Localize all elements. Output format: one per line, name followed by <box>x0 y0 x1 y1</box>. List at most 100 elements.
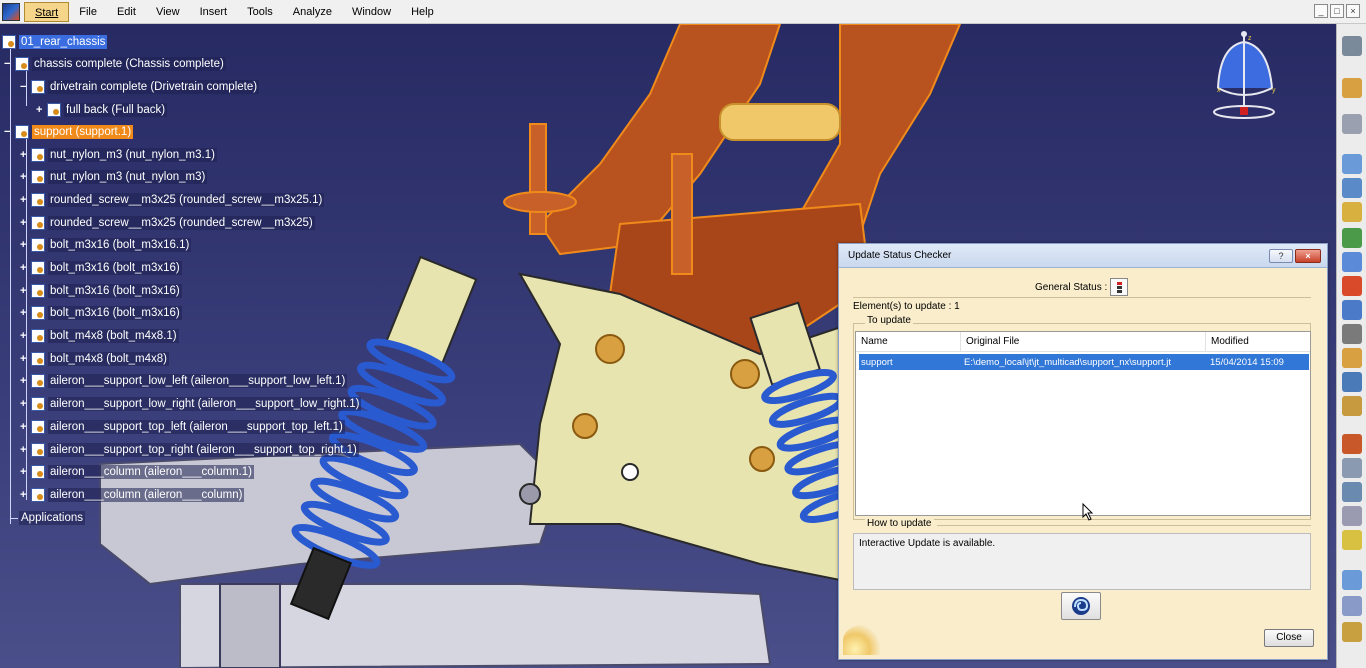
expand-toggle[interactable]: + <box>20 285 29 296</box>
expand-toggle[interactable]: + <box>20 421 29 432</box>
tree-item-label: chassis complete (Chassis complete) <box>32 57 226 71</box>
tree-item-part[interactable]: + rounded_screw__m3x25 (rounded_screw__m3… <box>20 190 325 210</box>
expand-toggle[interactable]: + <box>20 375 29 386</box>
menu-file[interactable]: File <box>69 2 107 22</box>
menu-insert[interactable]: Insert <box>190 2 238 22</box>
menu-analyze[interactable]: Analyze <box>283 2 342 22</box>
tree-item-label: rounded_screw__m3x25 (rounded_screw__m3x… <box>48 216 315 230</box>
tree-item-part[interactable]: + aileron___support_low_right (aileron___… <box>20 394 362 414</box>
catia-app-icon[interactable] <box>2 2 20 21</box>
list-item[interactable]: support E:\demo_local\jt\jt_multicad\sup… <box>858 353 1310 371</box>
tree-item-drivetrain-complete[interactable]: − drivetrain complete (Drivetrain comple… <box>20 77 260 97</box>
interactive-update-button[interactable] <box>1061 592 1101 620</box>
publish-tool-icon[interactable] <box>1342 530 1362 550</box>
expand-toggle[interactable]: + <box>20 194 29 205</box>
close-button[interactable]: Close <box>1264 629 1314 647</box>
menu-tools[interactable]: Tools <box>237 2 283 22</box>
separator <box>853 297 1311 298</box>
expand-toggle[interactable]: + <box>36 104 45 115</box>
expand-toggle[interactable]: + <box>20 353 29 364</box>
explode-tool-icon[interactable] <box>1342 276 1362 296</box>
tree-item-part[interactable]: + aileron___column (aileron___column) <box>20 485 245 505</box>
expand-toggle[interactable]: + <box>20 171 29 182</box>
expand-toggle[interactable]: + <box>20 466 29 477</box>
catalog-tool-icon[interactable] <box>1342 396 1362 416</box>
menu-help[interactable]: Help <box>401 2 444 22</box>
tree-item-part[interactable]: + aileron___support_low_left (aileron___s… <box>20 371 348 391</box>
constraint-tool-icon[interactable] <box>1342 154 1362 174</box>
tree-item-part[interactable]: + bolt_m4x8 (bolt_m4x8.1) <box>20 326 179 346</box>
expand-toggle[interactable]: + <box>20 307 29 318</box>
compass-icon[interactable]: x y z <box>1210 28 1282 124</box>
tree-item-part[interactable]: + bolt_m3x16 (bolt_m3x16) <box>20 258 182 278</box>
tree-item-part[interactable]: + aileron___support_top_left (aileron___s… <box>20 417 345 437</box>
tree-item-part[interactable]: + rounded_screw__m3x25 (rounded_screw__m3… <box>20 213 315 233</box>
expand-toggle[interactable]: + <box>20 330 29 341</box>
tree-item-label: nut_nylon_m3 (nut_nylon_m3.1) <box>48 148 217 162</box>
elements-to-update-label: Element(s) to update : 1 <box>853 301 960 312</box>
reorder-tool-icon[interactable] <box>1342 596 1362 616</box>
expand-toggle[interactable]: + <box>20 444 29 455</box>
update-tool-icon[interactable] <box>1342 570 1362 590</box>
tree-item-applications[interactable]: Applications <box>16 508 86 528</box>
tree-item-part[interactable]: + bolt_m3x16 (bolt_m3x16) <box>20 281 182 301</box>
minimize-button[interactable]: _ <box>1314 4 1328 18</box>
tree-item-part[interactable]: + bolt_m4x8 (bolt_m4x8) <box>20 349 169 369</box>
restore-button[interactable]: □ <box>1330 4 1344 18</box>
component-tool-icon[interactable] <box>1342 178 1362 198</box>
assembly-tool-icon[interactable] <box>1342 78 1362 98</box>
menu-start[interactable]: Start <box>24 1 70 22</box>
annotation-tool-icon[interactable] <box>1342 372 1362 392</box>
sketch-tool-icon[interactable] <box>1342 36 1362 56</box>
update-list[interactable]: Name Original File Modified support E:\d… <box>855 331 1311 516</box>
collapse-toggle[interactable]: − <box>20 81 29 92</box>
dialog-titlebar[interactable]: Update Status Checker ? × <box>839 244 1327 268</box>
menu-edit[interactable]: Edit <box>107 2 146 22</box>
menu-view[interactable]: View <box>146 2 190 22</box>
collapse-toggle[interactable]: − <box>4 58 13 69</box>
tree-item-part[interactable]: + aileron___column (aileron___column.1) <box>20 462 255 482</box>
move-tool-icon[interactable] <box>1342 114 1362 134</box>
expand-toggle[interactable]: + <box>20 398 29 409</box>
clash-tool-icon[interactable] <box>1342 300 1362 320</box>
insert-tool-icon[interactable] <box>1342 202 1362 222</box>
window-controls: _ □ × <box>1314 4 1360 18</box>
fastener-tool-icon[interactable] <box>1342 434 1362 454</box>
update-status-checker-dialog: Update Status Checker ? × General Status… <box>838 243 1328 660</box>
part-icon <box>31 261 45 275</box>
tree-item-part[interactable]: + nut_nylon_m3 (nut_nylon_m3.1) <box>20 145 217 165</box>
column-header-modified[interactable]: Modified <box>1206 332 1310 351</box>
scene-tool-icon[interactable] <box>1342 622 1362 642</box>
dialog-corner-decoration <box>843 625 883 655</box>
tree-item-full-back[interactable]: + full back (Full back) <box>36 100 168 120</box>
column-header-name[interactable]: Name <box>856 332 961 351</box>
snap-tool-icon[interactable] <box>1342 252 1362 272</box>
tree-root-row[interactable]: 01_rear_chassis <box>2 32 108 52</box>
pattern-tool-icon[interactable] <box>1342 482 1362 502</box>
expand-toggle[interactable]: + <box>20 217 29 228</box>
tree-item-part[interactable]: + nut_nylon_m3 (nut_nylon_m3) <box>20 167 208 187</box>
weld-tool-icon[interactable] <box>1342 506 1362 526</box>
menu-window[interactable]: Window <box>342 2 401 22</box>
bolt-tool-icon[interactable] <box>1342 458 1362 478</box>
tree-item-part[interactable]: + bolt_m3x16 (bolt_m3x16) <box>20 303 182 323</box>
column-header-original-file[interactable]: Original File <box>961 332 1206 351</box>
tree-item-part[interactable]: + aileron___support_top_right (aileron___… <box>20 440 359 460</box>
expand-toggle[interactable]: + <box>20 489 29 500</box>
help-button[interactable]: ? <box>1269 249 1293 263</box>
dialog-close-icon[interactable]: × <box>1295 249 1321 263</box>
tree-item-support[interactable]: − support (support.1) <box>4 122 134 142</box>
tree-item-part[interactable]: + bolt_m3x16 (bolt_m3x16.1) <box>20 235 192 255</box>
close-window-button[interactable]: × <box>1346 4 1360 18</box>
tree-item-chassis-complete[interactable]: − chassis complete (Chassis complete) <box>4 54 226 74</box>
section-tool-icon[interactable] <box>1342 348 1362 368</box>
menu-tools-label: Tools <box>247 5 273 18</box>
manipulate-tool-icon[interactable] <box>1342 228 1362 248</box>
expand-toggle[interactable]: + <box>20 262 29 273</box>
expand-toggle[interactable]: + <box>20 239 29 250</box>
tree-trunk-line <box>10 46 11 524</box>
part-icon <box>31 329 45 343</box>
expand-toggle[interactable]: + <box>20 149 29 160</box>
collapse-toggle[interactable]: − <box>4 126 13 137</box>
measure-tool-icon[interactable] <box>1342 324 1362 344</box>
